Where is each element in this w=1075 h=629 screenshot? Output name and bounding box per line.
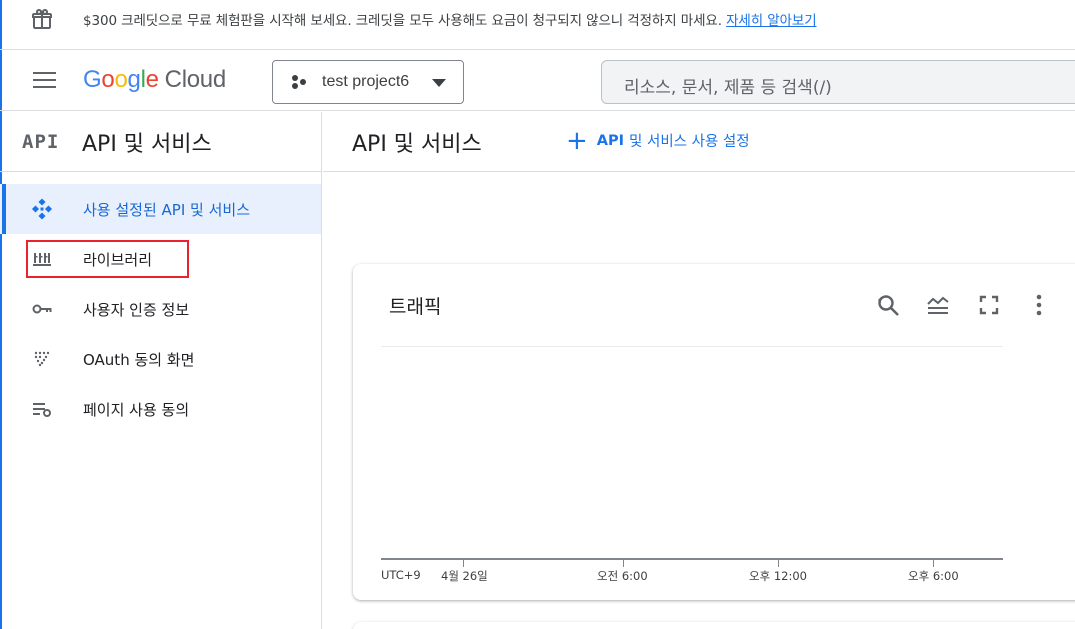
sidebar-item-page-usage-agreement[interactable]: 페이지 사용 동의 xyxy=(0,384,321,434)
sidebar-item-label: 사용자 인증 정보 xyxy=(83,301,190,319)
sidebar-item-label: 사용 설정된 API 및 서비스 xyxy=(83,201,251,219)
page-title: API 및 서비스 xyxy=(352,132,482,157)
axis-label: 오후 12:00 xyxy=(749,569,807,583)
menu-icon[interactable] xyxy=(33,72,57,90)
free-trial-banner: $300 크레딧으로 무료 체험판을 시작해 보세요. 크레딧을 모두 사용해도… xyxy=(0,0,1075,50)
axis-tick xyxy=(623,560,624,567)
enable-button-label: 및 서비스 사용 설정 xyxy=(629,134,750,150)
reset-zoom-icon[interactable] xyxy=(875,292,901,318)
sidebar-header: API API 및 서비스 xyxy=(0,112,321,172)
sidebar-item-credentials[interactable]: 사용자 인증 정보 xyxy=(0,284,321,334)
main-header: API 및 서비스 + API 및 서비스 사용 설정 xyxy=(323,112,1075,172)
settings-list-icon xyxy=(33,403,51,417)
highlight-box xyxy=(26,240,189,278)
second-card xyxy=(353,622,1075,629)
sidebar-item-enabled-apis[interactable]: 사용 설정된 API 및 서비스 xyxy=(0,184,321,234)
diamond-dots-icon xyxy=(31,198,53,220)
axis-tick xyxy=(463,560,464,567)
top-header: Google Cloud test project6 리소스, 문서, 제품 등 … xyxy=(0,51,1075,111)
axis-tick xyxy=(933,560,934,567)
fullscreen-icon[interactable] xyxy=(976,292,1002,318)
google-cloud-logo[interactable]: Google Cloud xyxy=(83,66,226,94)
more-vert-icon[interactable] xyxy=(1026,292,1052,318)
axis-label: 4월 26일 xyxy=(441,569,488,583)
axis-label-timezone: UTC+9 xyxy=(381,568,421,582)
enable-button-api: API xyxy=(596,132,625,149)
search-placeholder: 리소스, 문서, 제품 등 검색(/) xyxy=(624,78,832,98)
axis-label: 오전 6:00 xyxy=(597,569,648,583)
axis-label: 오후 6:00 xyxy=(908,569,959,583)
api-icon: API xyxy=(22,131,60,153)
chart-x-axis xyxy=(381,558,1003,560)
legend-icon[interactable] xyxy=(925,292,951,318)
sidebar-item-label: OAuth 동의 화면 xyxy=(83,351,195,369)
banner-text: $300 크레딧으로 무료 체험판을 시작해 보세요. 크레딧을 모두 사용해도… xyxy=(83,13,722,29)
chart-top-gridline xyxy=(381,346,1003,347)
enable-apis-button[interactable]: + API 및 서비스 사용 설정 xyxy=(566,125,750,156)
plus-icon: + xyxy=(566,125,588,156)
learn-more-link[interactable]: 자세히 알아보기 xyxy=(726,13,817,29)
project-picker-button[interactable]: test project6 xyxy=(272,60,464,104)
sidebar: API API 및 서비스 사용 설정된 API 및 서비스 라이브러리 사용자… xyxy=(0,112,322,629)
caret-down-icon xyxy=(432,79,446,87)
project-dots-icon xyxy=(292,75,306,89)
project-name: test project6 xyxy=(322,73,410,90)
gift-icon xyxy=(32,9,52,29)
sidebar-title: API 및 서비스 xyxy=(82,132,212,157)
sidebar-item-label: 페이지 사용 동의 xyxy=(83,401,190,419)
search-input[interactable]: 리소스, 문서, 제품 등 검색(/) xyxy=(601,60,1075,104)
sidebar-item-oauth-consent[interactable]: OAuth 동의 화면 xyxy=(0,334,321,384)
dotted-grid-icon xyxy=(34,351,50,367)
axis-tick xyxy=(778,560,779,567)
key-icon xyxy=(32,304,52,314)
traffic-card-title: 트래픽 xyxy=(389,296,442,318)
traffic-card: 트래픽 UTC+9 4월 26일 오전 6:00 오후 12:00 오후 6:0… xyxy=(353,264,1075,600)
banner-message: $300 크레딧으로 무료 체험판을 시작해 보세요. 크레딧을 모두 사용해도… xyxy=(83,9,817,29)
